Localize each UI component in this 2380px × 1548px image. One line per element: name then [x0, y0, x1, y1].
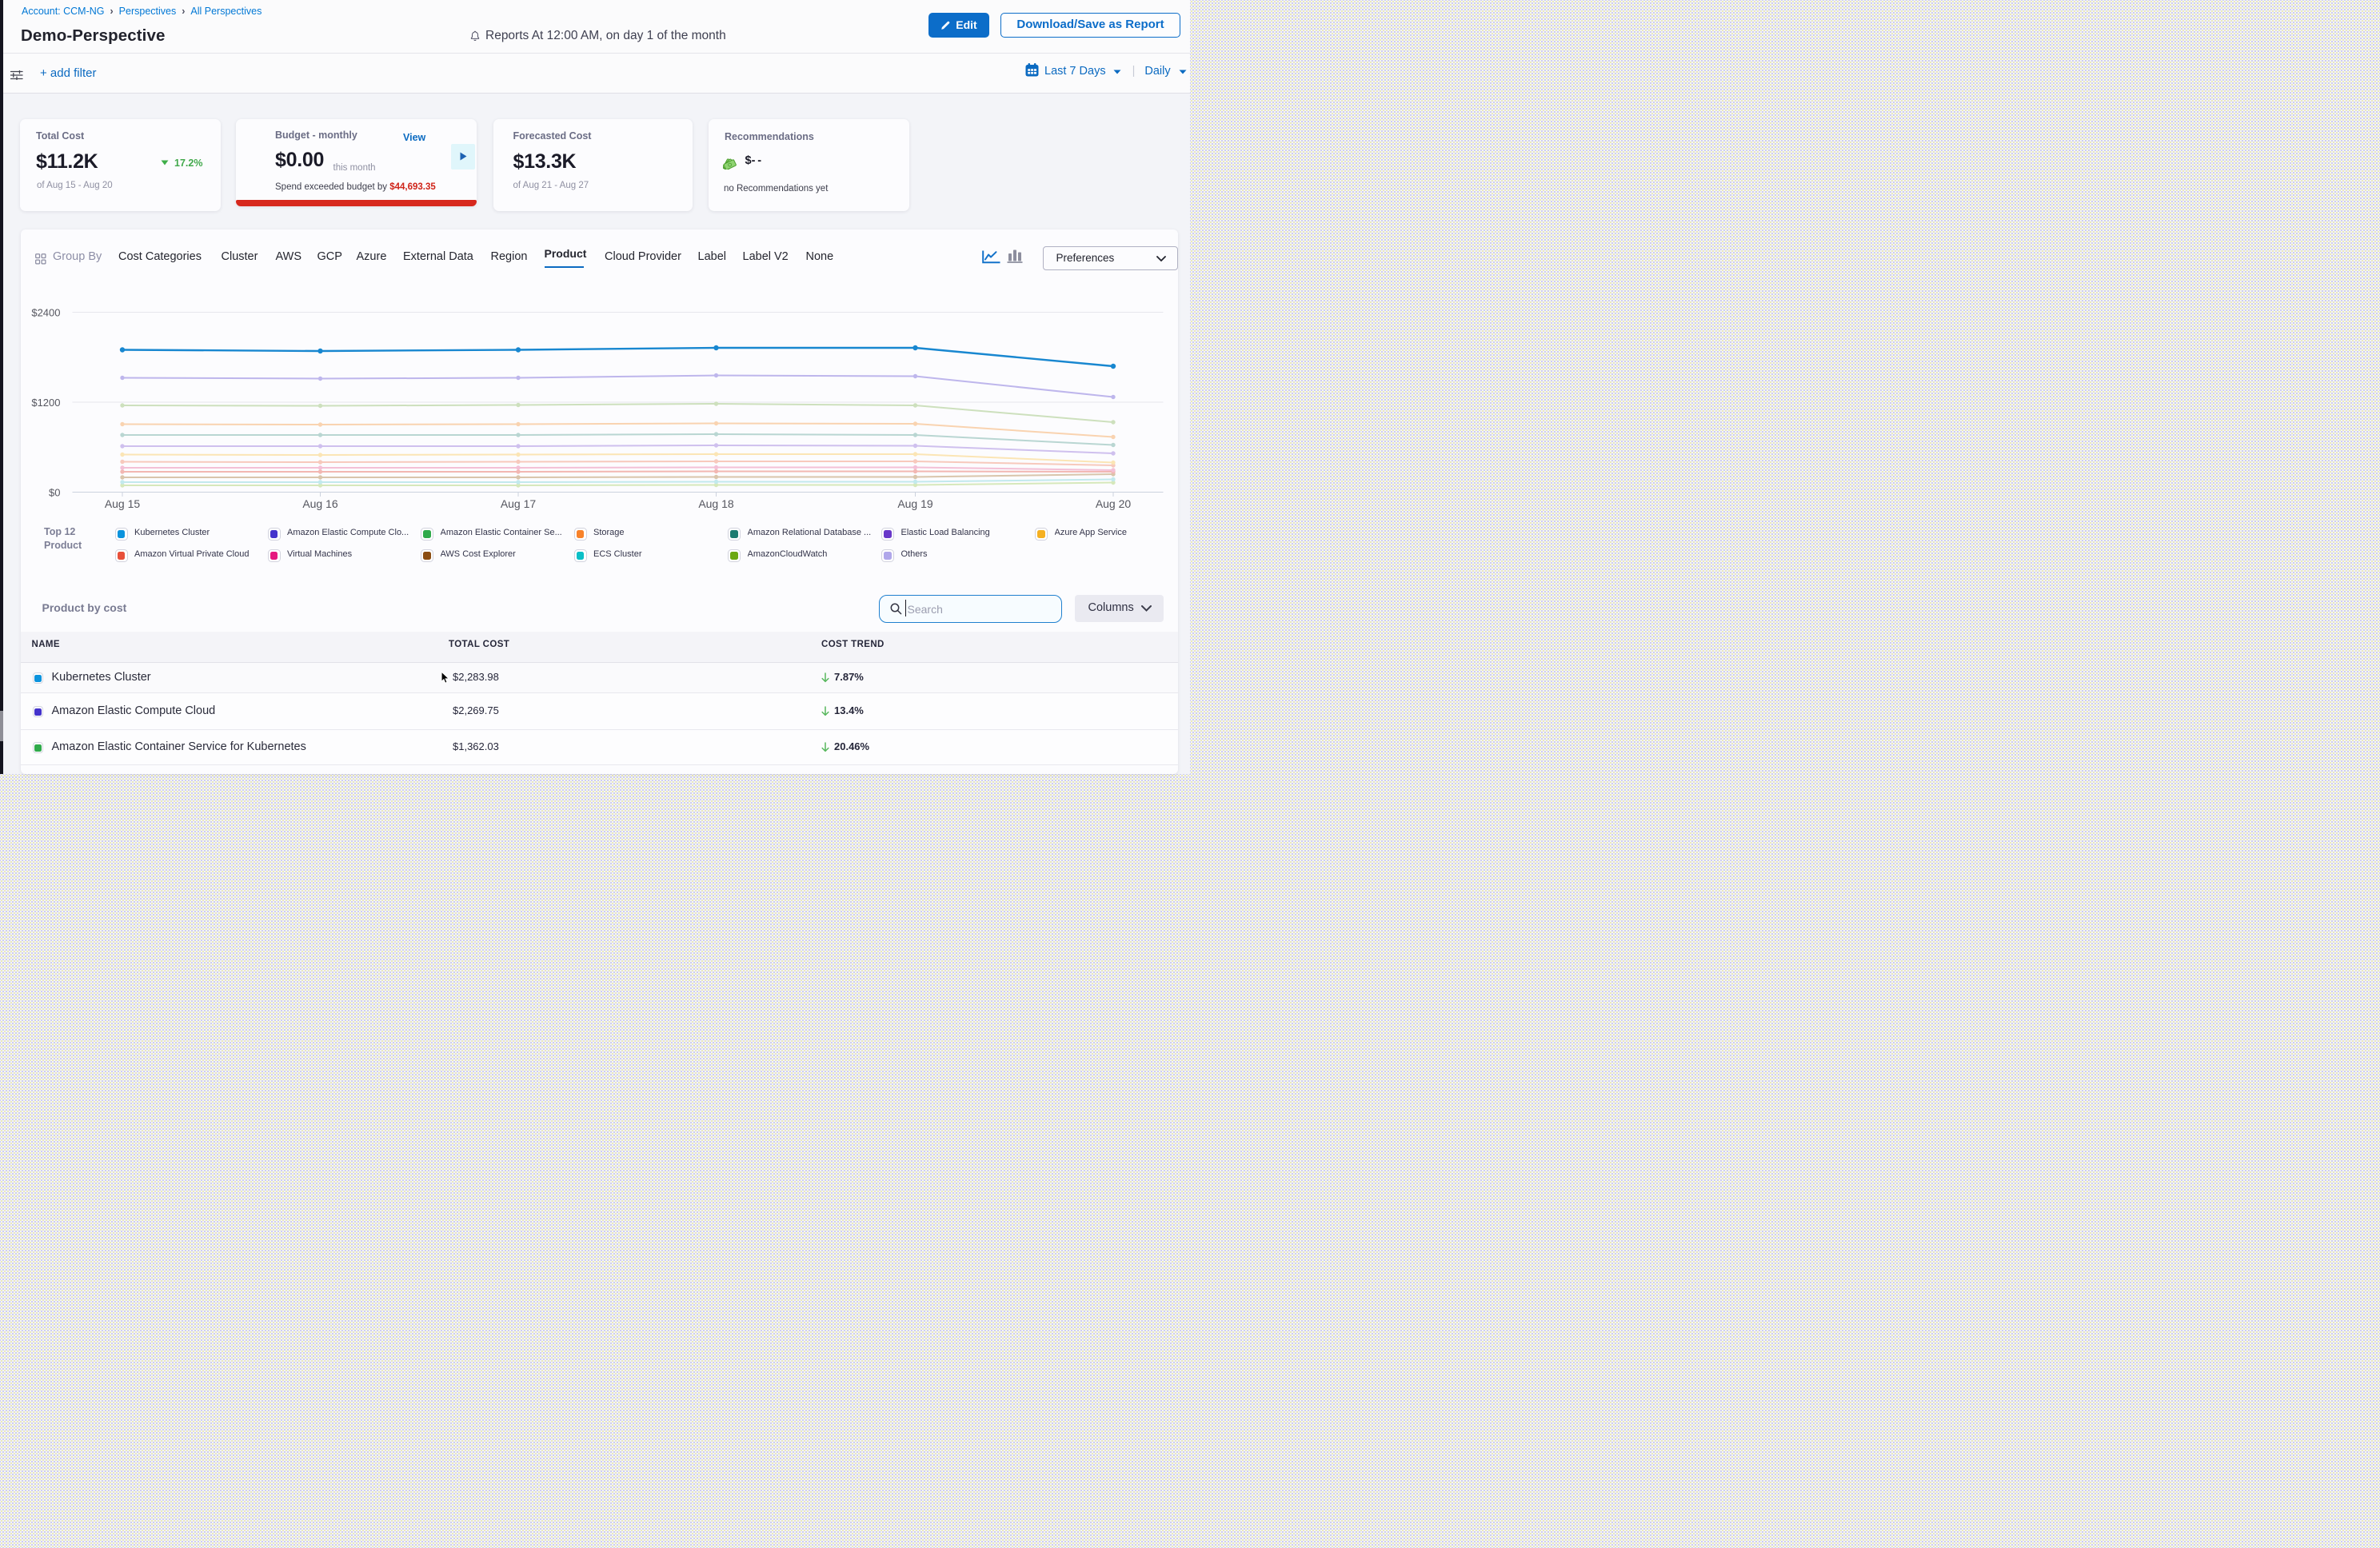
svg-text:Aug 19: Aug 19 [897, 497, 933, 510]
svg-text:Aug 16: Aug 16 [302, 497, 338, 510]
svg-text:Aug 17: Aug 17 [501, 497, 537, 510]
svg-text:$2400: $2400 [31, 307, 60, 319]
svg-text:Aug 18: Aug 18 [698, 497, 734, 510]
svg-text:$1200: $1200 [31, 397, 60, 409]
svg-text:$0: $0 [49, 487, 60, 499]
svg-text:Aug 20: Aug 20 [1096, 497, 1132, 510]
svg-text:Aug 15: Aug 15 [105, 497, 141, 510]
